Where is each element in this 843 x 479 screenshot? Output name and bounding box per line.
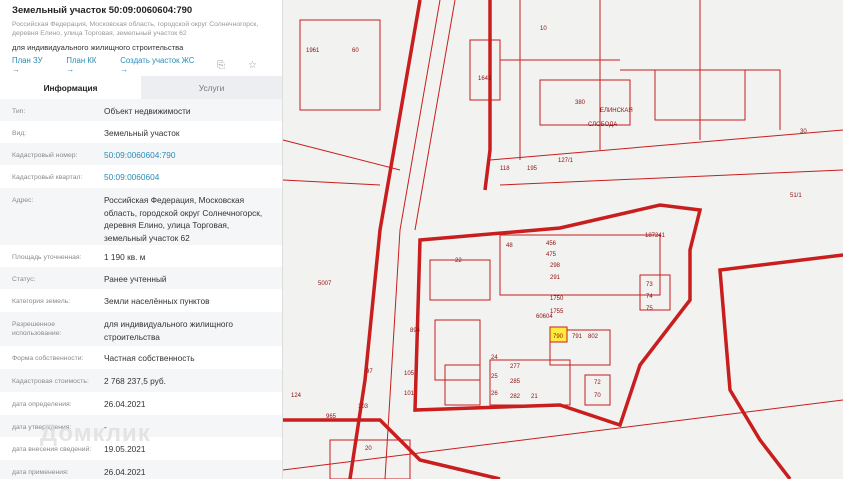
map-label: 380: [575, 100, 586, 106]
table-row: Площадь уточненная: 1 190 кв. м: [0, 245, 282, 267]
map-label: 10: [540, 26, 547, 32]
row-label: дата определения:: [12, 401, 72, 408]
map-label: 456: [546, 241, 557, 247]
map-label: 101: [404, 391, 415, 397]
map-label: 51/1: [790, 193, 802, 199]
table-row: Кадастровая стоимость: 2 768 237,5 руб.: [0, 369, 282, 392]
map-label: 790: [553, 334, 564, 340]
map-label: 20: [365, 446, 372, 452]
tab-services[interactable]: Услуги: [141, 76, 282, 99]
table-row: дата определения: 26.04.2021: [0, 392, 282, 415]
create-parcel-link[interactable]: Создать участок ЖС →: [120, 56, 202, 74]
map-label: ЕЛИНСКАЯ: [600, 108, 633, 114]
map-label: 298: [550, 263, 561, 269]
map-label: 277: [510, 364, 521, 370]
parcel-title: Земельный участок 50:09:0060604:790: [12, 5, 193, 16]
map-label: 60: [352, 48, 359, 54]
map-label: 103: [358, 404, 369, 410]
map-label: 75: [646, 306, 653, 312]
parcel-address: Российская Федерация, Московская область…: [12, 21, 259, 37]
map-label: 60604: [536, 314, 553, 320]
map-label: 97: [366, 369, 373, 375]
map-label: 791: [572, 334, 583, 340]
table-row: Вид: Земельный участок: [0, 121, 282, 143]
row-label: Кадастровая стоимость:: [12, 378, 89, 385]
row-label: Адрес:: [12, 197, 34, 204]
map-label: 1750: [550, 296, 564, 302]
row-value: для индивидуального жилищного строительс…: [104, 319, 233, 342]
table-row: Категория земель: Земли населённых пункто…: [0, 289, 282, 312]
tab-info[interactable]: Информация: [0, 76, 141, 99]
info-panel: Земельный участок 50:09:0060604:790 Росс…: [0, 0, 283, 479]
row-value: Земли населённых пунктов: [104, 296, 210, 306]
table-row: Статус: Ранее учтенный: [0, 267, 282, 289]
table-row: Форма собственности: Частная собственност…: [0, 346, 282, 369]
map-label: 30: [800, 129, 807, 135]
map-label: 187241: [645, 233, 666, 239]
map-label: 74: [646, 294, 653, 300]
map-label: 894: [410, 328, 421, 334]
row-value: Объект недвижимости: [104, 106, 191, 116]
search-document-icon[interactable]: ⎘: [217, 60, 225, 71]
row-label: Категория земель:: [12, 298, 71, 305]
map-label: 70: [594, 393, 601, 399]
row-value: 26.04.2021: [104, 399, 146, 409]
row-label: дата применения:: [12, 469, 69, 476]
table-row: Разрешенное использование: для индивидуал…: [0, 312, 282, 346]
row-value: Частная собственность: [104, 353, 195, 363]
row-value: 2 768 237,5 руб.: [104, 376, 166, 386]
row-value: Российская Федерация, Московская область…: [104, 195, 263, 243]
cadastral-quarter-link[interactable]: 50:09:0060604: [104, 165, 270, 188]
row-value: 26.04.2021: [104, 467, 146, 477]
table-row: Адрес: Российская Федерация, Московская о…: [0, 188, 282, 245]
star-icon[interactable]: ☆: [248, 60, 257, 71]
map-label: 282: [510, 394, 521, 400]
map-label: 285: [510, 379, 521, 385]
map-label: 118: [500, 166, 510, 172]
map-label: 105: [404, 371, 415, 377]
row-label: Кадастровый номер:: [12, 152, 78, 159]
table-row: Кадастровый номер: 50:09:0060604:790: [0, 143, 282, 165]
table-row: Кадастровый квартал: 50:09:0060604: [0, 165, 282, 188]
parcel-usage: для индивидуального жилищного строительс…: [12, 43, 184, 52]
row-value: Ранее учтенный: [104, 274, 167, 284]
table-row: Тип: Объект недвижимости: [0, 99, 282, 121]
map-label: 1961: [306, 48, 320, 54]
plan-zu-link[interactable]: План ЗУ →: [12, 56, 51, 74]
map-label: 21: [531, 394, 538, 400]
map-label: 22: [455, 258, 462, 264]
domclick-watermark: Домклик: [40, 420, 151, 447]
row-value: 1 190 кв. м: [104, 252, 146, 262]
map-label: 1643: [478, 76, 492, 82]
map-label: 802: [588, 334, 599, 340]
map-label: 965: [326, 414, 337, 420]
map-label: 5007: [318, 281, 332, 287]
row-value: Земельный участок: [104, 128, 180, 138]
row-label: Форма собственности:: [12, 355, 84, 362]
map-label: 127/1: [558, 158, 574, 164]
map-label: 24: [491, 355, 498, 361]
map-label: 291: [550, 275, 561, 281]
row-label: Статус:: [12, 276, 36, 283]
map-label: 25: [491, 374, 498, 380]
plan-kk-link[interactable]: План КК →: [66, 56, 105, 74]
map-label: 195: [527, 166, 538, 172]
map-label: 73: [646, 282, 653, 288]
row-label: Разрешенное использование:: [12, 321, 62, 337]
cadastral-number-link[interactable]: 50:09:0060604:790: [104, 143, 270, 165]
table-row: дата применения: 26.04.2021: [0, 460, 282, 479]
map-label: 48: [506, 243, 513, 249]
row-label: Вид:: [12, 130, 27, 137]
row-label: Площадь уточненная:: [12, 254, 82, 261]
map-label: 26: [491, 391, 498, 397]
map-label: 72: [594, 380, 601, 386]
map-label: 124: [291, 393, 302, 399]
row-label: Тип:: [12, 108, 26, 115]
map-label: СЛОБОДА: [588, 122, 617, 128]
row-label: Кадастровый квартал:: [12, 174, 83, 181]
map-label: 475: [546, 252, 557, 258]
